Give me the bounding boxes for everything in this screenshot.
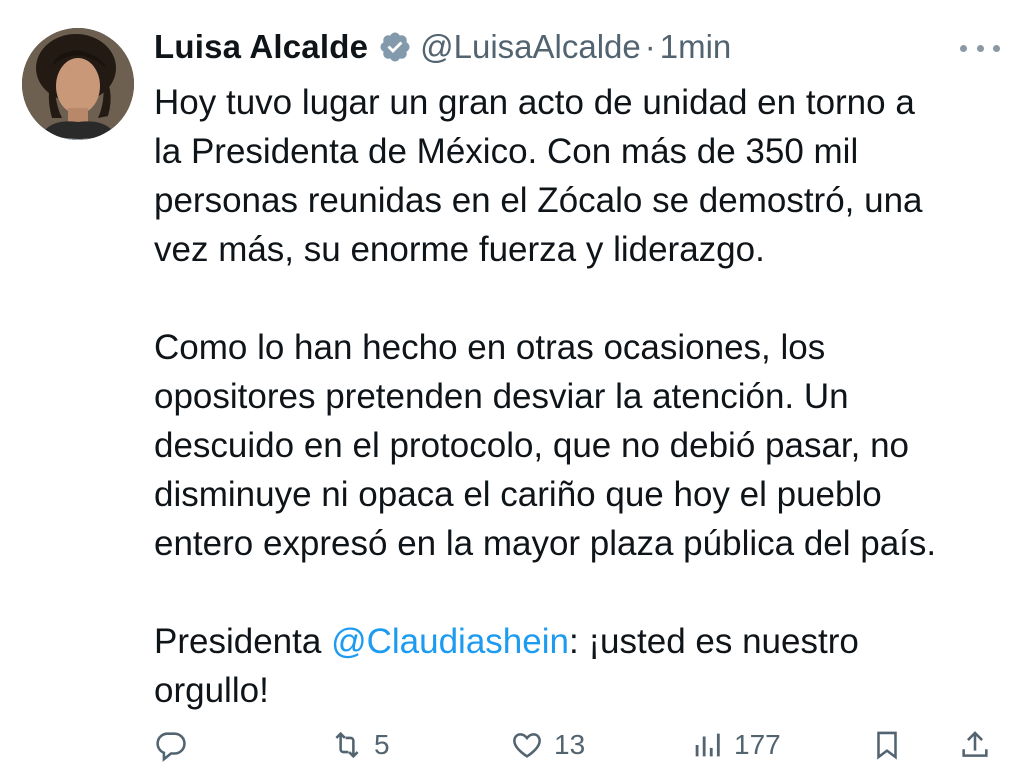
tweet-paragraph-2: Como lo han hecho en otras ocasiones, lo… [154, 323, 1004, 568]
reply-button[interactable] [154, 728, 188, 762]
tweet-header: Luisa Alcalde @LuisaAlcalde · 1min [154, 24, 731, 70]
text-line: Como lo han hecho en otras ocasiones, lo… [154, 328, 826, 367]
view-count: 177 [734, 729, 781, 760]
text-line: Presidenta @Claudiashein: ¡usted es nues… [154, 617, 1004, 666]
share-icon [958, 728, 992, 762]
text-line: disminuye ni opaca el cariño que hoy el … [154, 475, 882, 514]
text-line: descuido en el protocolo, que no debió p… [154, 426, 910, 465]
views-button[interactable]: 177 [690, 728, 781, 762]
bookmark-button[interactable] [870, 728, 904, 762]
text-line: la Presidenta de México. Con más de 350 … [154, 132, 859, 171]
verified-badge-icon [378, 30, 412, 64]
text-fragment: : ¡usted es nuestro [568, 622, 859, 661]
text-line: orgullo! [154, 671, 269, 710]
text-line: Hoy tuvo lugar un gran acto de unidad en… [154, 83, 915, 122]
tweet-text: Hoy tuvo lugar un gran acto de unidad en… [154, 78, 1004, 715]
mention-link[interactable]: @Claudiashein [331, 622, 569, 661]
bookmark-icon [870, 728, 904, 762]
retweet-button[interactable]: 5 [330, 728, 390, 762]
text-line: vez más, su enorme fuerza y liderazgo. [154, 230, 765, 269]
like-button[interactable]: 13 [510, 728, 585, 762]
author-handle[interactable]: @LuisaAlcalde [420, 28, 641, 66]
author-avatar[interactable] [22, 28, 134, 140]
text-line: entero expresó en la mayor plaza pública… [154, 524, 937, 563]
like-count: 13 [554, 729, 586, 760]
reply-icon [154, 728, 188, 762]
tweet-paragraph-1: Hoy tuvo lugar un gran acto de unidad en… [154, 78, 1004, 274]
text-line: personas reunidas en el Zócalo se demost… [154, 181, 923, 220]
separator-dot: · [644, 28, 656, 65]
text-fragment: Presidenta [154, 622, 332, 661]
retweet-count: 5 [374, 729, 390, 760]
heart-icon [510, 728, 544, 762]
author-name[interactable]: Luisa Alcalde [154, 28, 368, 66]
share-button[interactable] [958, 728, 992, 762]
tweet: Luisa Alcalde @LuisaAlcalde · 1min Hoy t… [0, 0, 1024, 762]
retweet-icon [330, 728, 364, 762]
analytics-icon [690, 728, 724, 762]
avatar-photo [22, 28, 134, 140]
tweet-timestamp[interactable]: 1min [660, 28, 732, 66]
more-options-icon[interactable] [960, 42, 1000, 54]
text-line: opositores pretenden desviar la atención… [154, 377, 849, 416]
tweet-actions: 5 13 177 [154, 728, 1004, 768]
tweet-paragraph-3: Presidenta @Claudiashein: ¡usted es nues… [154, 617, 1004, 715]
